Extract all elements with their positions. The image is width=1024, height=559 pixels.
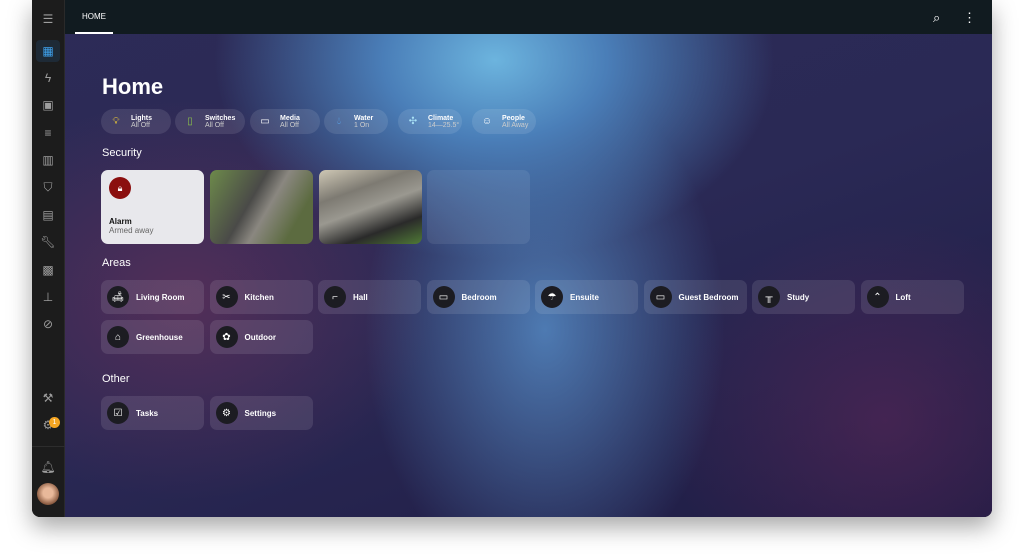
chip-label: People [502, 114, 525, 122]
bulb-icon: 💡︎ [112, 116, 120, 127]
chip-state: All Off [280, 121, 299, 129]
flower-icon: ✿ [215, 326, 238, 348]
bell-icon[interactable]: 🔔︎ [36, 456, 60, 478]
chip-switches[interactable]: ▯ Switches All Off [175, 109, 245, 134]
store-icon[interactable]: ▩ [36, 259, 60, 281]
area-name: Living Room [136, 292, 185, 302]
bed-icon: ▭ [432, 286, 455, 308]
gear-icon: ⚙ [215, 402, 238, 424]
sofa-icon: 🛋︎ [107, 286, 129, 308]
divider [32, 446, 65, 447]
face-icon: ☺ [481, 116, 493, 127]
chip-state: All Off [131, 121, 150, 129]
app-window: ☰ ▦ ϟ ▣ ≡ ▥ ⛉ ▤ 🔧︎ ▩ ⊥ ⊘ ⚒︎ ⚙ 1 🔔︎ HOME … [32, 0, 992, 517]
menu-icon[interactable]: ☰ [36, 8, 60, 30]
shower-icon: ☂ [541, 286, 563, 308]
camera-placeholder[interactable] [427, 170, 530, 244]
area-card[interactable]: ✂ Kitchen [209, 280, 313, 314]
clipboard-check-icon: ☑ [107, 402, 129, 424]
area-name: Study [787, 292, 810, 302]
chip-label: Lights [131, 114, 152, 122]
area-card[interactable]: ☂ Ensuite [535, 280, 638, 314]
stairs-icon: ⌐ [324, 286, 346, 308]
area-card[interactable]: ╥ Study [752, 280, 855, 314]
desk-icon: ╥ [758, 286, 780, 308]
chip-label: Climate [428, 114, 454, 122]
alarm-card[interactable]: 🔒︎ Alarm Armed away [101, 170, 204, 244]
chip-people[interactable]: ☺ People All Away [472, 109, 536, 134]
dashboard: HOME ⌕ ⋮ Home 💡︎ Lights All Off ▯ Switches Al… [65, 0, 992, 517]
fan-icon: ✣ [408, 116, 418, 127]
area-name: Kitchen [244, 292, 274, 302]
area-card[interactable]: ⌐ Hall [318, 280, 421, 314]
chip-state: All Away [502, 121, 529, 129]
network-icon[interactable]: ⊥ [36, 286, 60, 308]
utensils-icon: ✂ [215, 286, 238, 308]
more-vert-icon[interactable]: ⋮ [963, 10, 976, 26]
chip-label: Water [354, 114, 374, 122]
avatar[interactable] [37, 483, 59, 505]
alarm-name: Alarm [109, 217, 132, 226]
dashboard-icon[interactable]: ▦ [36, 40, 60, 62]
area-name: Bedroom [461, 292, 497, 302]
media-icon: ▭ [260, 116, 270, 127]
camera-back-garden[interactable] [319, 170, 422, 244]
alarm-state: Armed away [109, 226, 154, 235]
section-other: Other [102, 373, 130, 385]
water-drop-icon: 💧︎ [337, 116, 341, 127]
server-icon[interactable]: ▤ [36, 204, 60, 226]
section-areas: Areas [102, 257, 131, 269]
chip-state: 1 On [354, 121, 370, 129]
page-title: Home [102, 74, 164, 99]
bed-icon: ▭ [649, 286, 672, 308]
area-card[interactable]: ▭ Guest Bedroom [643, 280, 747, 314]
history-icon[interactable]: ▥ [36, 149, 60, 171]
chip-water[interactable]: 💧︎ Water 1 On [324, 109, 388, 134]
area-name: Greenhouse [136, 332, 183, 342]
camera-front-garden[interactable] [210, 170, 313, 244]
greenhouse-icon: ⌂ [107, 326, 129, 348]
area-card[interactable]: ▭ Bedroom [426, 280, 530, 314]
chip-state: All Off [205, 121, 224, 129]
area-name: Hall [353, 292, 368, 302]
notification-badge: 1 [49, 417, 60, 428]
section-security: Security [102, 147, 142, 159]
chip-state: 14—25.5° [428, 121, 460, 129]
energy-icon[interactable]: ϟ [36, 67, 60, 89]
list-icon[interactable]: ≡ [36, 122, 60, 144]
area-card[interactable]: ⌂ Greenhouse [101, 320, 204, 354]
roof-icon: ⌃ [866, 286, 889, 308]
top-bar: HOME ⌕ ⋮ [65, 0, 992, 34]
area-name: Ensuite [570, 292, 599, 302]
search-icon[interactable]: ⌕ [933, 10, 940, 26]
shield-lock-icon: 🔒︎ [109, 177, 131, 199]
area-card[interactable]: ✿ Outdoor [209, 320, 313, 354]
hammer-icon[interactable]: ⚒︎ [36, 387, 60, 409]
chip-media[interactable]: ▭ Media All Off [250, 109, 320, 134]
tab-home[interactable]: HOME [75, 0, 113, 34]
chip-label: Media [280, 114, 300, 122]
area-card[interactable]: ⌃ Loft [860, 280, 964, 314]
area-card[interactable]: 🛋︎ Living Room [101, 280, 204, 314]
switch-icon: ▯ [187, 116, 193, 127]
other-card[interactable]: ⚙ Settings [209, 396, 313, 430]
compass-icon[interactable]: ⊘ [36, 313, 60, 335]
area-name: Guest Bedroom [678, 292, 739, 302]
other-card[interactable]: ☑ Tasks [101, 396, 204, 430]
chip-lights[interactable]: 💡︎ Lights All Off [101, 109, 171, 134]
area-name: Outdoor [244, 332, 277, 342]
other-name: Settings [244, 408, 277, 418]
logbook-icon[interactable]: ▣ [36, 94, 60, 116]
chip-label: Switches [205, 114, 236, 122]
wrench-icon[interactable]: 🔧︎ [36, 231, 60, 253]
chip-climate[interactable]: ✣ Climate 14—25.5° [398, 109, 462, 134]
shield-icon[interactable]: ⛉ [36, 176, 60, 198]
other-name: Tasks [136, 408, 159, 418]
sidebar: ☰ ▦ ϟ ▣ ≡ ▥ ⛉ ▤ 🔧︎ ▩ ⊥ ⊘ ⚒︎ ⚙ 1 🔔︎ [32, 0, 65, 517]
area-name: Loft [895, 292, 911, 302]
